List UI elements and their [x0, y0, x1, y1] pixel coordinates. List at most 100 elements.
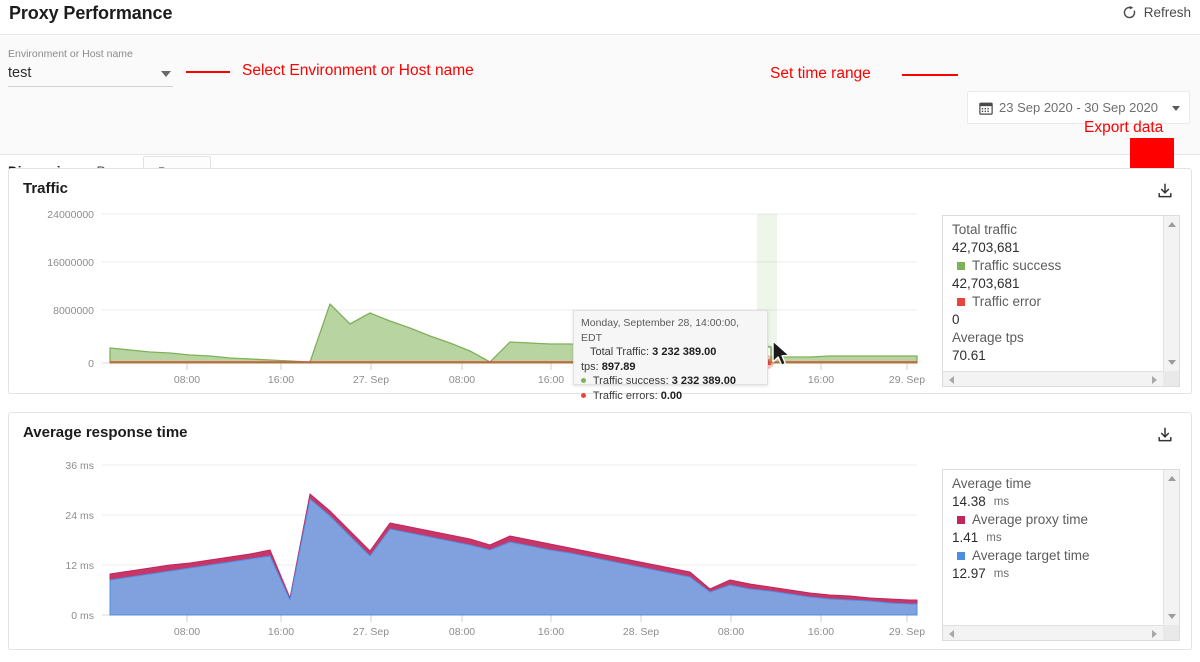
svg-text:12 ms: 12 ms	[65, 560, 94, 572]
legend-row: 42,703,681	[952, 239, 1157, 257]
tooltip-row: Traffic success: 3 232 389.00	[581, 374, 760, 389]
svg-text:08:00: 08:00	[449, 374, 475, 386]
avg-response-time-plot-svg: Response-Time composition 36 ms 24 ms 12…	[65, 460, 925, 638]
svg-text:16:00: 16:00	[268, 626, 294, 638]
legend-row[interactable]: Average proxy time	[952, 511, 1157, 529]
legend-label: Average time	[952, 476, 1032, 491]
traffic-chart-title: Traffic	[23, 180, 69, 197]
legend-label: Traffic success	[972, 258, 1062, 273]
avg-response-time-chart-title: Average response time	[23, 424, 188, 441]
svg-text:0: 0	[88, 358, 94, 370]
legend-vertical-scrollbar[interactable]	[1163, 470, 1179, 625]
svg-text:27. Sep: 27. Sep	[353, 626, 389, 638]
calendar-icon	[979, 101, 993, 115]
svg-text:29. Sep: 29. Sep	[889, 626, 925, 638]
legend-vertical-scrollbar[interactable]	[1163, 216, 1179, 371]
legend-row: Total traffic	[952, 221, 1157, 239]
tooltip-row-value: 3 232 389.00	[652, 346, 717, 358]
filter-bar: Environment or Host name test Dimensions…	[0, 36, 1200, 186]
traffic-plot-svg: Traffic 24000000 16000000 8000000 0	[47, 209, 925, 386]
avg-response-time-legend-list: Average time 14.38 ms Average proxy time…	[952, 475, 1157, 583]
tooltip-date: Monday, September 28, 14:00:00, EDT	[581, 317, 739, 344]
legend-row[interactable]: Traffic error	[952, 293, 1157, 311]
tooltip-dot-traffic-errors	[581, 392, 586, 398]
legend-row[interactable]: Traffic success	[952, 257, 1157, 275]
date-range-picker[interactable]: 23 Sep 2020 - 30 Sep 2020	[967, 91, 1190, 124]
scroll-right-icon[interactable]	[1152, 630, 1157, 638]
scroll-up-icon[interactable]	[1168, 222, 1176, 227]
refresh-button[interactable]: Refresh	[1122, 5, 1191, 20]
page-header: Proxy Performance Refresh	[0, 0, 1200, 35]
svg-text:08:00: 08:00	[174, 374, 200, 386]
scroll-up-icon[interactable]	[1168, 476, 1176, 481]
tooltip-row-value: 3 232 389.00	[671, 375, 736, 387]
svg-text:16000000: 16000000	[47, 257, 94, 269]
scrollbar-corner	[1163, 371, 1179, 386]
legend-row: 14.38 ms	[952, 493, 1157, 511]
avg-response-time-chart-card: Average response time Response-Time comp…	[8, 412, 1192, 650]
tooltip-row-label: Traffic success:	[592, 375, 669, 387]
environment-select[interactable]: Environment or Host name test	[8, 48, 173, 87]
legend-row: 1.41 ms	[952, 529, 1157, 547]
scroll-down-icon[interactable]	[1168, 360, 1176, 365]
traffic-hover-tooltip: Monday, September 28, 14:00:00, EDT Tota…	[573, 310, 768, 402]
legend-value: 70.61	[952, 348, 986, 363]
legend-row[interactable]: Average target time	[952, 547, 1157, 565]
export-data-button[interactable]	[1155, 425, 1175, 450]
traffic-legend-list: Total traffic 42,703,681 Traffic success…	[952, 221, 1157, 365]
export-data-button[interactable]	[1155, 181, 1175, 206]
svg-text:24 ms: 24 ms	[65, 510, 94, 522]
svg-text:8000000: 8000000	[53, 305, 94, 317]
legend-value: 1.41	[952, 530, 979, 545]
legend-label: Average tps	[952, 330, 1024, 345]
svg-text:08:00: 08:00	[718, 626, 744, 638]
legend-unit: ms	[993, 568, 1010, 580]
legend-row: 70.61	[952, 347, 1157, 365]
legend-unit: ms	[993, 496, 1010, 508]
scrollbar-corner	[1163, 625, 1179, 640]
legend-value: 14.38	[952, 494, 986, 509]
svg-text:16:00: 16:00	[538, 374, 564, 386]
environment-select-control[interactable]: test	[8, 61, 173, 87]
svg-text:16:00: 16:00	[808, 374, 834, 386]
legend-value: 42,703,681	[952, 276, 1020, 291]
tooltip-row: tps: 897.89	[581, 360, 760, 375]
chevron-down-icon	[1172, 106, 1180, 111]
legend-horizontal-scrollbar[interactable]	[943, 371, 1163, 386]
environment-select-value: test	[8, 65, 32, 81]
legend-label: Average proxy time	[972, 512, 1089, 527]
svg-text:08:00: 08:00	[174, 626, 200, 638]
svg-text:36 ms: 36 ms	[65, 460, 94, 472]
mouse-cursor	[772, 340, 794, 375]
traffic-legend-panel: Total traffic 42,703,681 Traffic success…	[942, 215, 1180, 387]
scroll-down-icon[interactable]	[1168, 614, 1176, 619]
refresh-label: Refresh	[1143, 5, 1191, 20]
svg-text:29. Sep: 29. Sep	[889, 374, 925, 386]
scroll-right-icon[interactable]	[1152, 376, 1157, 384]
legend-label: Average target time	[972, 548, 1090, 563]
scroll-left-icon[interactable]	[949, 376, 954, 384]
svg-text:24000000: 24000000	[47, 209, 94, 221]
legend-swatch-avg-target-time	[957, 552, 965, 560]
proxy-performance-page: Proxy Performance Refresh Environment or…	[0, 0, 1200, 662]
page-title: Proxy Performance	[9, 3, 173, 23]
tooltip-row-label: tps:	[581, 360, 599, 373]
svg-text:28. Sep: 28. Sep	[623, 626, 659, 638]
legend-swatch-avg-proxy-time	[957, 516, 965, 524]
tooltip-row: Total Traffic: 3 232 389.00	[581, 345, 760, 360]
chevron-down-icon	[161, 71, 171, 77]
legend-label: Traffic error	[972, 294, 1042, 309]
traffic-plot: Traffic 24000000 16000000 8000000 0	[9, 203, 944, 393]
legend-horizontal-scrollbar[interactable]	[943, 625, 1163, 640]
legend-row: Average time	[952, 475, 1157, 493]
date-range-value: 23 Sep 2020 - 30 Sep 2020	[999, 100, 1159, 115]
scroll-left-icon[interactable]	[949, 630, 954, 638]
legend-row: Average tps	[952, 329, 1157, 347]
tooltip-row-value: 897.89	[601, 360, 636, 373]
tooltip-row: Traffic errors: 0.00	[581, 389, 760, 404]
svg-text:16:00: 16:00	[808, 626, 834, 638]
legend-value: 12.97	[952, 566, 986, 581]
svg-text:0 ms: 0 ms	[71, 610, 94, 622]
tooltip-dot-traffic-success	[581, 378, 586, 383]
tooltip-row-value: 0.00	[660, 389, 683, 402]
